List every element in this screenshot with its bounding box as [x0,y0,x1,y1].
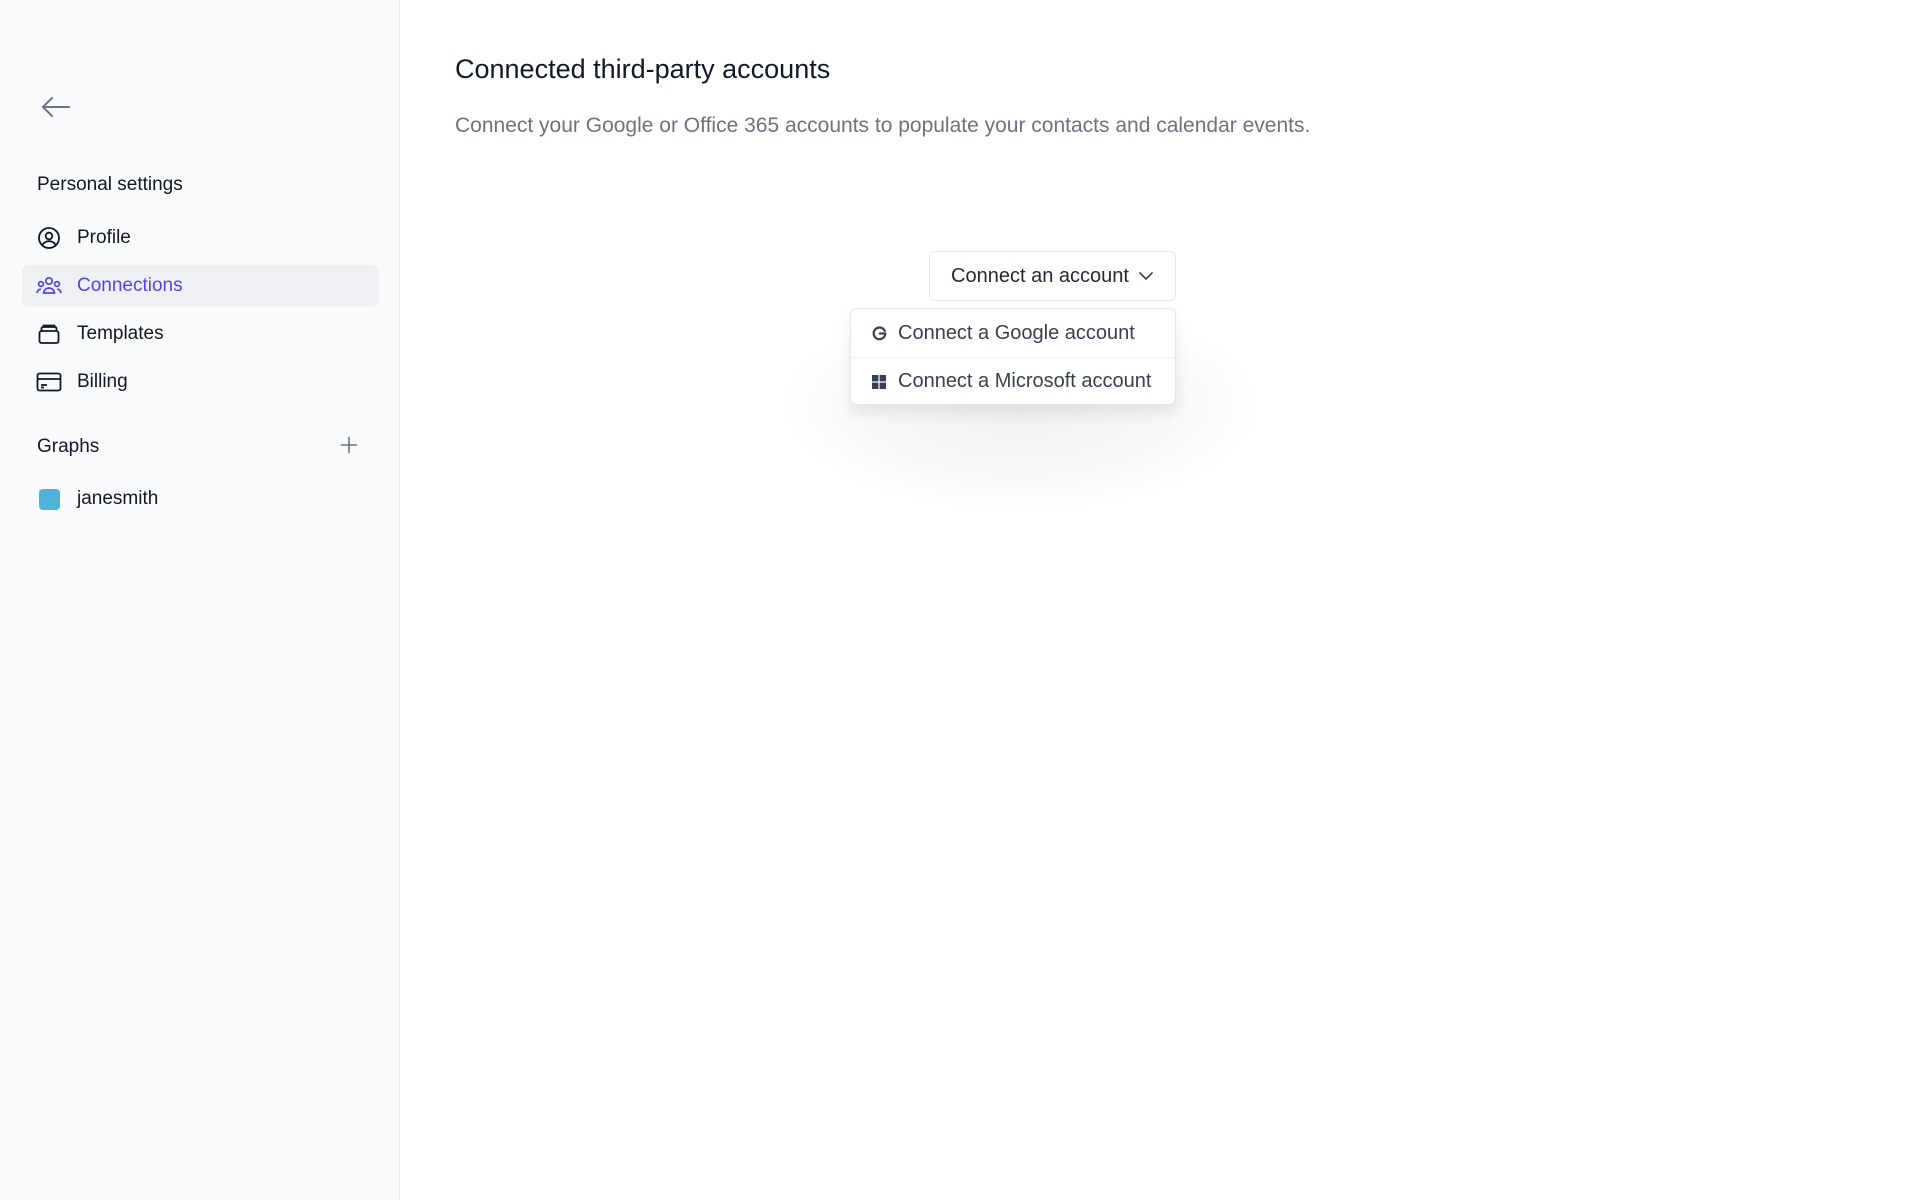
connect-account-menu: Connect a Google account Connect a Micro… [850,308,1176,405]
menu-item-connect-microsoft[interactable]: Connect a Microsoft account [851,357,1175,404]
graph-color-swatch [36,486,62,512]
add-graph-button[interactable] [336,434,362,460]
google-icon [871,325,887,341]
page-subtitle: Connect your Google or Office 365 accoun… [455,114,1311,137]
graph-item-janesmith[interactable]: janesmith [22,478,379,520]
chevron-down-icon [1138,271,1154,281]
graph-item-label: janesmith [77,488,159,509]
menu-item-label: Connect a Microsoft account [898,370,1152,392]
stack-icon [36,321,62,347]
sidebar-item-label: Connections [77,275,183,296]
credit-card-icon [36,369,62,395]
sidebar-item-label: Profile [77,227,131,248]
connect-account-button[interactable]: Connect an account [929,251,1176,301]
sidebar-item-billing[interactable]: Billing [22,361,379,403]
page-title: Connected third-party accounts [455,54,831,84]
menu-item-connect-google[interactable]: Connect a Google account [851,309,1175,357]
sidebar-item-templates[interactable]: Templates [22,313,379,355]
users-icon [36,273,62,299]
plus-icon [340,436,358,459]
sidebar-item-label: Billing [77,371,128,392]
user-circle-icon [36,225,62,251]
windows-icon [871,374,887,390]
back-button[interactable] [36,92,76,126]
sidebar-item-connections[interactable]: Connections [22,265,379,307]
graphs-heading: Graphs [37,436,100,457]
personal-settings-heading: Personal settings [37,174,183,195]
sidebar: Personal settings Profile Connections Te… [0,0,400,1200]
main-content: Connected third-party accounts Connect y… [401,0,1920,1200]
sidebar-item-profile[interactable]: Profile [22,217,379,259]
connect-button-label: Connect an account [951,264,1129,287]
sidebar-item-label: Templates [77,323,164,344]
arrow-left-icon [41,96,71,123]
menu-item-label: Connect a Google account [898,321,1135,344]
